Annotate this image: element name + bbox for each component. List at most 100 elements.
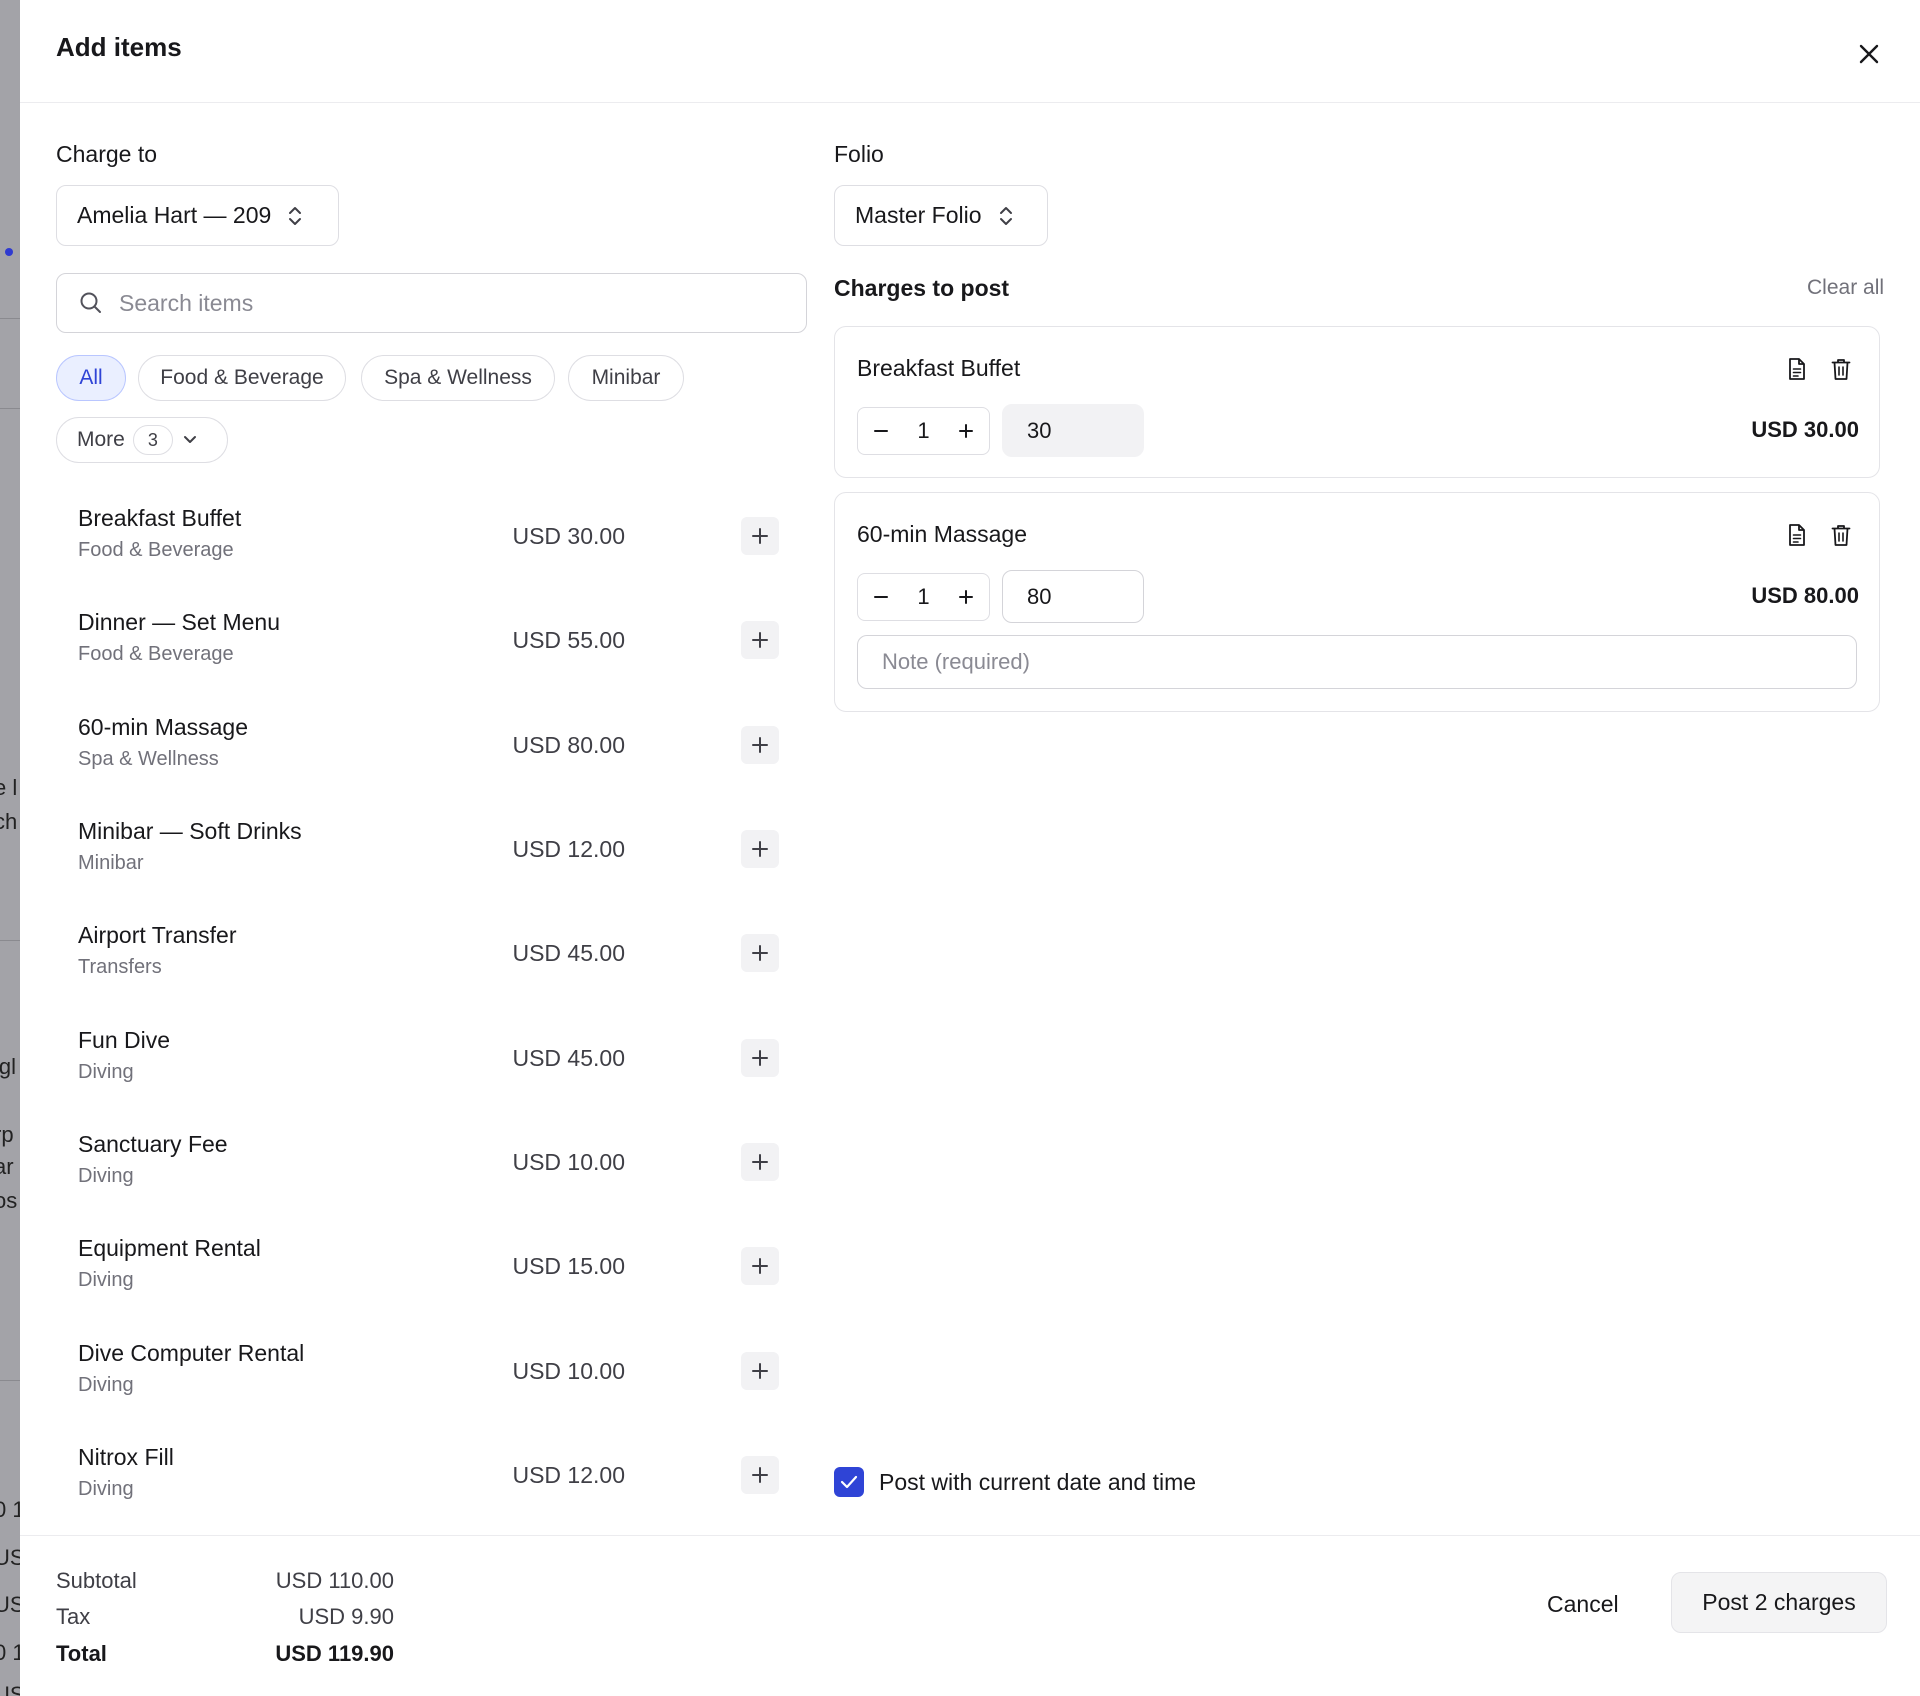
item-price: USD 45.00: [512, 940, 625, 966]
backdrop-status-dot: [5, 248, 13, 256]
close-button[interactable]: [1853, 38, 1885, 70]
document-icon: [1789, 358, 1805, 380]
minus-icon: [874, 430, 888, 432]
increment-button[interactable]: [953, 418, 979, 444]
backdrop-text: 0 1: [0, 1640, 20, 1665]
add-item-button[interactable]: [741, 726, 779, 764]
unit-price-field[interactable]: [1002, 570, 1144, 623]
plus-icon: [752, 1363, 768, 1379]
list-item: Fun Dive Diving USD 45.00: [56, 1007, 801, 1111]
backdrop-text: ch: [0, 809, 18, 834]
item-name: Airport Transfer: [78, 922, 237, 948]
item-category: Diving: [78, 1269, 134, 1291]
item-price: USD 10.00: [512, 1358, 625, 1384]
post-charges-button[interactable]: Post 2 charges: [1671, 1572, 1887, 1633]
list-item: Sanctuary Fee Diving USD 10.00: [56, 1111, 801, 1215]
checkmark-icon: [840, 1475, 858, 1489]
item-name: Breakfast Buffet: [78, 505, 242, 531]
chevron-up-down-icon: [998, 205, 1014, 227]
chevron-up-down-icon: [287, 205, 303, 227]
decrement-button[interactable]: [868, 584, 894, 610]
delete-button[interactable]: [1827, 521, 1855, 549]
search-input[interactable]: [119, 289, 769, 317]
add-item-button[interactable]: [741, 934, 779, 972]
clear-all-button[interactable]: Clear all: [1807, 276, 1884, 300]
decrement-button[interactable]: [868, 418, 894, 444]
charge-to-select[interactable]: Amelia Hart — 209: [56, 185, 339, 246]
list-item: Airport Transfer Transfers USD 45.00: [56, 902, 801, 1006]
tax-label: Tax: [56, 1604, 91, 1629]
add-item-button[interactable]: [741, 1143, 779, 1181]
post-now-checkbox[interactable]: [834, 1467, 864, 1497]
dialog-header: Add items: [20, 0, 1920, 103]
plus-icon: [752, 737, 768, 753]
subtotal-value: USD 110.00: [275, 1568, 394, 1593]
folio-select[interactable]: Master Folio: [834, 185, 1048, 246]
backdrop-text: 0 1: [0, 1497, 20, 1522]
plus-icon: [752, 632, 768, 648]
list-item: Dive Computer Rental Diving USD 10.00: [56, 1320, 801, 1424]
add-item-button[interactable]: [741, 1039, 779, 1077]
unit-price-field[interactable]: [1002, 404, 1144, 457]
dialog-title: Add items: [56, 32, 182, 62]
quantity-stepper: 1: [857, 573, 990, 621]
plus-icon: [752, 1154, 768, 1170]
filter-more-button[interactable]: More 3: [56, 417, 228, 463]
filter-chip-food-beverage[interactable]: Food & Beverage: [138, 355, 346, 401]
item-price: USD 12.00: [512, 1462, 625, 1488]
search-box: [56, 273, 807, 333]
increment-button[interactable]: [953, 584, 979, 610]
note-field[interactable]: [857, 635, 1857, 689]
backdrop-text: ar: [0, 1154, 14, 1179]
item-name: Sanctuary Fee: [78, 1131, 228, 1157]
backdrop-text: os: [0, 1188, 18, 1213]
plus-icon: [752, 841, 768, 857]
more-count-badge: 3: [132, 425, 173, 455]
item-category: Diving: [78, 1478, 134, 1500]
note-button[interactable]: [1783, 521, 1811, 549]
post-now-label: Post with current date and time: [879, 1468, 1197, 1495]
item-name: Nitrox Fill: [78, 1444, 174, 1470]
total-label: Total: [56, 1641, 107, 1666]
filter-chip-minibar[interactable]: Minibar: [568, 355, 684, 401]
charge-line-name: 60-min Massage: [857, 521, 1028, 547]
plus-icon: [752, 1467, 768, 1483]
plus-icon: [752, 528, 768, 544]
list-item: Dinner — Set Menu Food & Beverage USD 55…: [56, 589, 801, 693]
plus-icon: [752, 1258, 768, 1274]
charge-line-name: Breakfast Buffet: [857, 355, 1021, 381]
item-price: USD 12.00: [512, 836, 625, 862]
line-total: USD 30.00: [1751, 417, 1859, 442]
item-price: USD 80.00: [512, 732, 625, 758]
item-name: Dive Computer Rental: [78, 1340, 305, 1366]
item-price: USD 30.00: [512, 523, 625, 549]
add-item-button[interactable]: [741, 517, 779, 555]
quantity-value: 1: [917, 584, 930, 609]
add-item-button[interactable]: [741, 1352, 779, 1390]
line-total: USD 80.00: [1751, 583, 1859, 608]
filter-chip-spa-wellness[interactable]: Spa & Wellness: [361, 355, 555, 401]
folio-label: Folio: [834, 141, 884, 167]
delete-button[interactable]: [1827, 355, 1855, 383]
item-category: Diving: [78, 1374, 134, 1396]
item-category: Food & Beverage: [78, 643, 234, 665]
backdrop-text: US: [0, 1592, 20, 1617]
add-item-button[interactable]: [741, 621, 779, 659]
note-button[interactable]: [1783, 355, 1811, 383]
close-icon: [1859, 44, 1879, 64]
list-item: Breakfast Buffet Food & Beverage USD 30.…: [56, 485, 801, 589]
add-item-button[interactable]: [741, 1456, 779, 1494]
item-price: USD 15.00: [512, 1253, 625, 1279]
dialog-footer: Subtotal USD 110.00 Tax USD 9.90 Total U…: [20, 1535, 1920, 1696]
list-item: Equipment Rental Diving USD 15.00: [56, 1215, 801, 1319]
item-category: Diving: [78, 1061, 134, 1083]
backdrop-page: e l ch igl rp ar os 0 1 US US 0 1 US: [0, 0, 20, 1696]
item-category: Food & Beverage: [78, 539, 234, 561]
add-item-button[interactable]: [741, 1247, 779, 1285]
cancel-button[interactable]: Cancel: [1527, 1576, 1639, 1632]
add-item-button[interactable]: [741, 830, 779, 868]
folio-value: Master Folio: [855, 202, 982, 228]
post-now-option[interactable]: Post with current date and time: [834, 1467, 1196, 1497]
document-icon: [1789, 524, 1805, 546]
filter-chip-all[interactable]: All: [56, 355, 126, 401]
